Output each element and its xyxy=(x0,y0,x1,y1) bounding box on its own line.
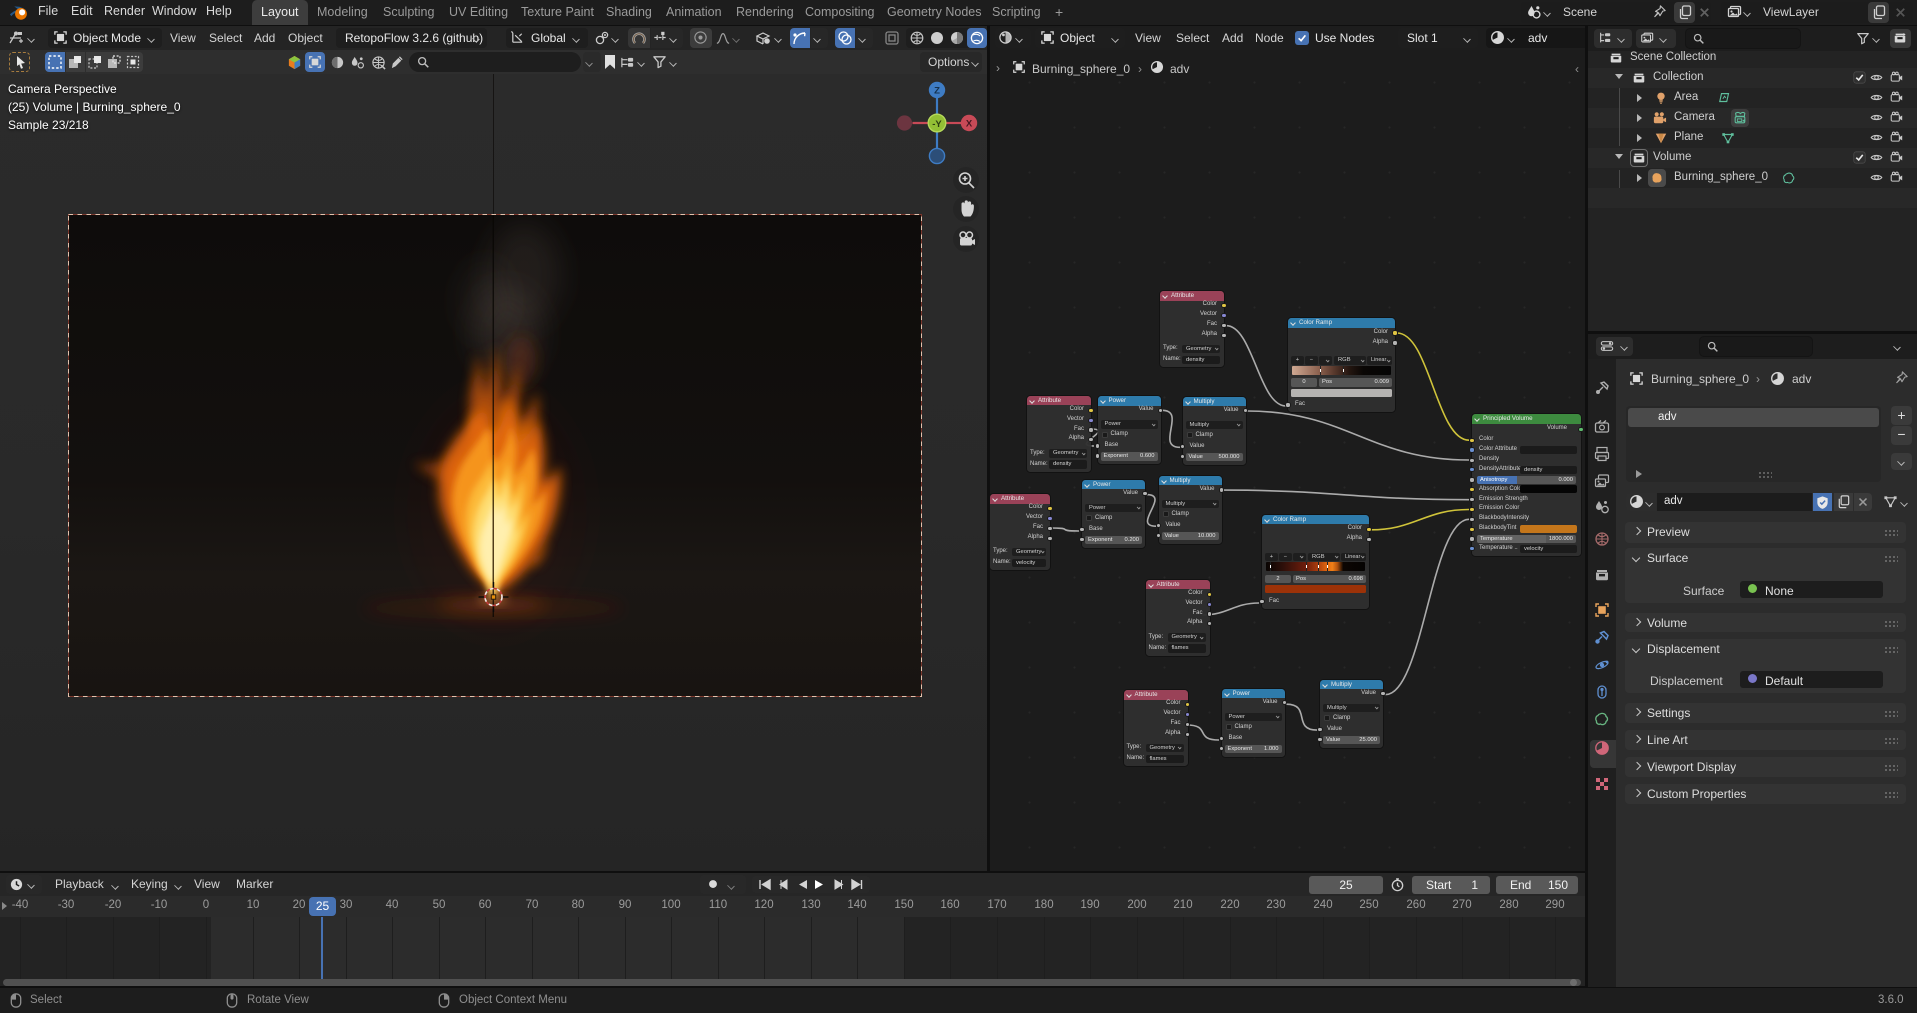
svg-text:Z: Z xyxy=(934,85,940,96)
svg-text:X: X xyxy=(966,119,973,130)
svg-text:-Y: -Y xyxy=(932,119,942,130)
